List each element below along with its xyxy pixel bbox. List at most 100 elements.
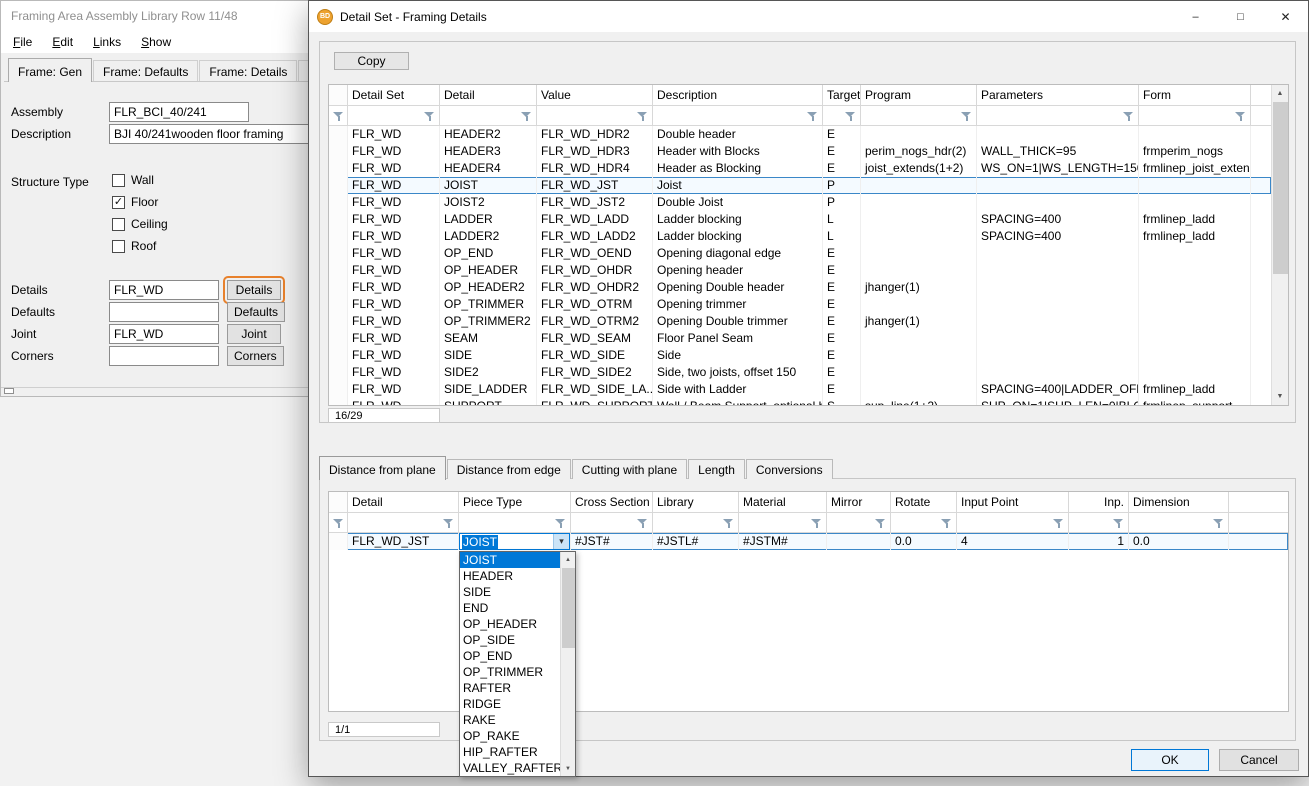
filter-cell-piece-type[interactable] — [459, 513, 571, 532]
cell[interactable]: Double Joist — [653, 194, 823, 211]
cell[interactable]: S — [823, 398, 861, 405]
cell[interactable]: SIDE — [440, 347, 537, 364]
column-header-form[interactable]: Form — [1139, 85, 1251, 105]
cell[interactable]: Side — [653, 347, 823, 364]
cell[interactable] — [977, 279, 1139, 296]
cell[interactable]: #JSTL# — [653, 533, 739, 550]
scroll-up-icon[interactable]: ▲ — [561, 552, 575, 567]
cell[interactable] — [861, 262, 977, 279]
dropdown-item-side[interactable]: SIDE — [460, 584, 560, 600]
main-grid-scrollbar[interactable]: ▲ ▼ — [1271, 85, 1288, 405]
filter-icon[interactable] — [637, 518, 648, 528]
table-row[interactable]: FLR_WDSIDE_LADDERFLR_WD_SIDE_LA...Side w… — [329, 381, 1271, 398]
cell[interactable] — [1139, 347, 1251, 364]
cell[interactable]: FLR_WD_SUPPORT — [537, 398, 653, 405]
cell[interactable]: Side with Ladder — [653, 381, 823, 398]
cell[interactable]: FLR_WD — [348, 194, 440, 211]
tab-conversions[interactable]: Conversions — [746, 459, 833, 479]
cell[interactable]: P — [823, 177, 861, 194]
cell[interactable] — [861, 228, 977, 245]
cell[interactable] — [977, 262, 1139, 279]
cell[interactable]: FLR_WD_LADD — [537, 211, 653, 228]
cell[interactable] — [861, 194, 977, 211]
field-input-joint[interactable]: FLR_WD — [109, 324, 219, 344]
cell[interactable] — [977, 177, 1139, 194]
filter-icon[interactable] — [845, 111, 856, 121]
tab-frame-details[interactable]: Frame: Details — [199, 60, 297, 81]
filter-cell-value[interactable] — [537, 106, 653, 125]
cell[interactable]: Joist — [653, 177, 823, 194]
filter-cell-program[interactable] — [861, 106, 977, 125]
cell[interactable]: FLR_WD_SEAM — [537, 330, 653, 347]
cell[interactable]: SPACING=400 — [977, 228, 1139, 245]
cell[interactable]: OP_HEADER2 — [440, 279, 537, 296]
maximize-button[interactable]: □ — [1218, 1, 1263, 32]
cell[interactable] — [1139, 279, 1251, 296]
dropdown-item-op-trimmer[interactable]: OP_TRIMMER — [460, 664, 560, 680]
cell[interactable]: Opening diagonal edge — [653, 245, 823, 262]
cell[interactable]: E — [823, 296, 861, 313]
filter-cell-target[interactable] — [823, 106, 861, 125]
cell[interactable] — [1139, 330, 1251, 347]
filter-icon[interactable] — [875, 518, 886, 528]
cell[interactable]: Opening Double header — [653, 279, 823, 296]
tab-frame-gen[interactable]: Frame: Gen — [8, 58, 92, 82]
dropdown-item-rake[interactable]: RAKE — [460, 712, 560, 728]
cell[interactable]: FLR_WD — [348, 381, 440, 398]
cell[interactable] — [861, 381, 977, 398]
cell[interactable] — [977, 313, 1139, 330]
structure-option-ceiling[interactable]: Ceiling — [112, 213, 168, 235]
row-selector-cell[interactable] — [329, 262, 348, 279]
filter-cell-cross-section[interactable] — [571, 513, 653, 532]
table-row[interactable]: FLR_WDSUPPORTFLR_WD_SUPPORTWall / Beam S… — [329, 398, 1271, 405]
menu-file[interactable]: File — [3, 32, 42, 52]
cell[interactable]: E — [823, 245, 861, 262]
filter-cell-form[interactable] — [1139, 106, 1251, 125]
cell[interactable]: jhanger(1) — [861, 313, 977, 330]
checkbox-wall[interactable] — [112, 174, 125, 187]
piece-type-combobox[interactable]: JOIST▾ — [459, 533, 570, 550]
row-selector-cell[interactable] — [329, 364, 348, 381]
field-input-defaults[interactable] — [109, 302, 219, 322]
dropdown-item-op-rake[interactable]: OP_RAKE — [460, 728, 560, 744]
cell[interactable]: FLR_WD — [348, 364, 440, 381]
column-header-detail[interactable]: Detail — [348, 492, 459, 512]
row-selector-cell[interactable] — [329, 160, 348, 177]
cell[interactable]: FLR_WD — [348, 398, 440, 405]
table-row[interactable]: FLR_WDJOIST2FLR_WD_JST2Double JoistP — [329, 194, 1271, 211]
filter-icon[interactable] — [333, 111, 344, 121]
column-header-library[interactable]: Library — [653, 492, 739, 512]
column-header-value[interactable]: Value — [537, 85, 653, 105]
filter-icon[interactable] — [637, 111, 648, 121]
column-header-dimension[interactable]: Dimension — [1129, 492, 1229, 512]
filter-cell-rotate[interactable] — [891, 513, 957, 532]
dropdown-item-op-side[interactable]: OP_SIDE — [460, 632, 560, 648]
filter-icon[interactable] — [807, 111, 818, 121]
cell[interactable]: E — [823, 143, 861, 160]
defaults-button[interactable]: Defaults — [227, 302, 285, 322]
column-header-input-point[interactable]: Input Point — [957, 492, 1069, 512]
cell[interactable]: perim_nogs_hdr(2) — [861, 143, 977, 160]
column-header-mirror[interactable]: Mirror — [827, 492, 891, 512]
dialog-titlebar[interactable]: BD Detail Set - Framing Details – □ ✕ — [309, 1, 1308, 32]
cell[interactable]: FLR_WD — [348, 245, 440, 262]
dropdown-item-joist[interactable]: JOIST — [460, 552, 560, 568]
scrollbar-thumb[interactable] — [1273, 102, 1288, 274]
cell[interactable]: Side, two joists, offset 150 — [653, 364, 823, 381]
cell[interactable] — [977, 330, 1139, 347]
joint-button[interactable]: Joint — [227, 324, 281, 344]
cell[interactable]: FLR_WD_OTRM — [537, 296, 653, 313]
tab-distance-from-plane[interactable]: Distance from plane — [319, 456, 446, 480]
filter-icon[interactable] — [1213, 518, 1224, 528]
menu-edit[interactable]: Edit — [42, 32, 83, 52]
dropdown-item-rafter[interactable]: RAFTER — [460, 680, 560, 696]
filter-cell-library[interactable] — [653, 513, 739, 532]
filter-cell-detail-set[interactable] — [348, 106, 440, 125]
row-selector-cell[interactable] — [329, 381, 348, 398]
column-header-rotate[interactable]: Rotate — [891, 492, 957, 512]
cell[interactable]: FLR_WD_OHDR — [537, 262, 653, 279]
cell[interactable]: Header as Blocking — [653, 160, 823, 177]
cell[interactable] — [1139, 126, 1251, 143]
table-row[interactable]: FLR_WDHEADER3FLR_WD_HDR3Header with Bloc… — [329, 143, 1271, 160]
cell[interactable] — [1139, 245, 1251, 262]
